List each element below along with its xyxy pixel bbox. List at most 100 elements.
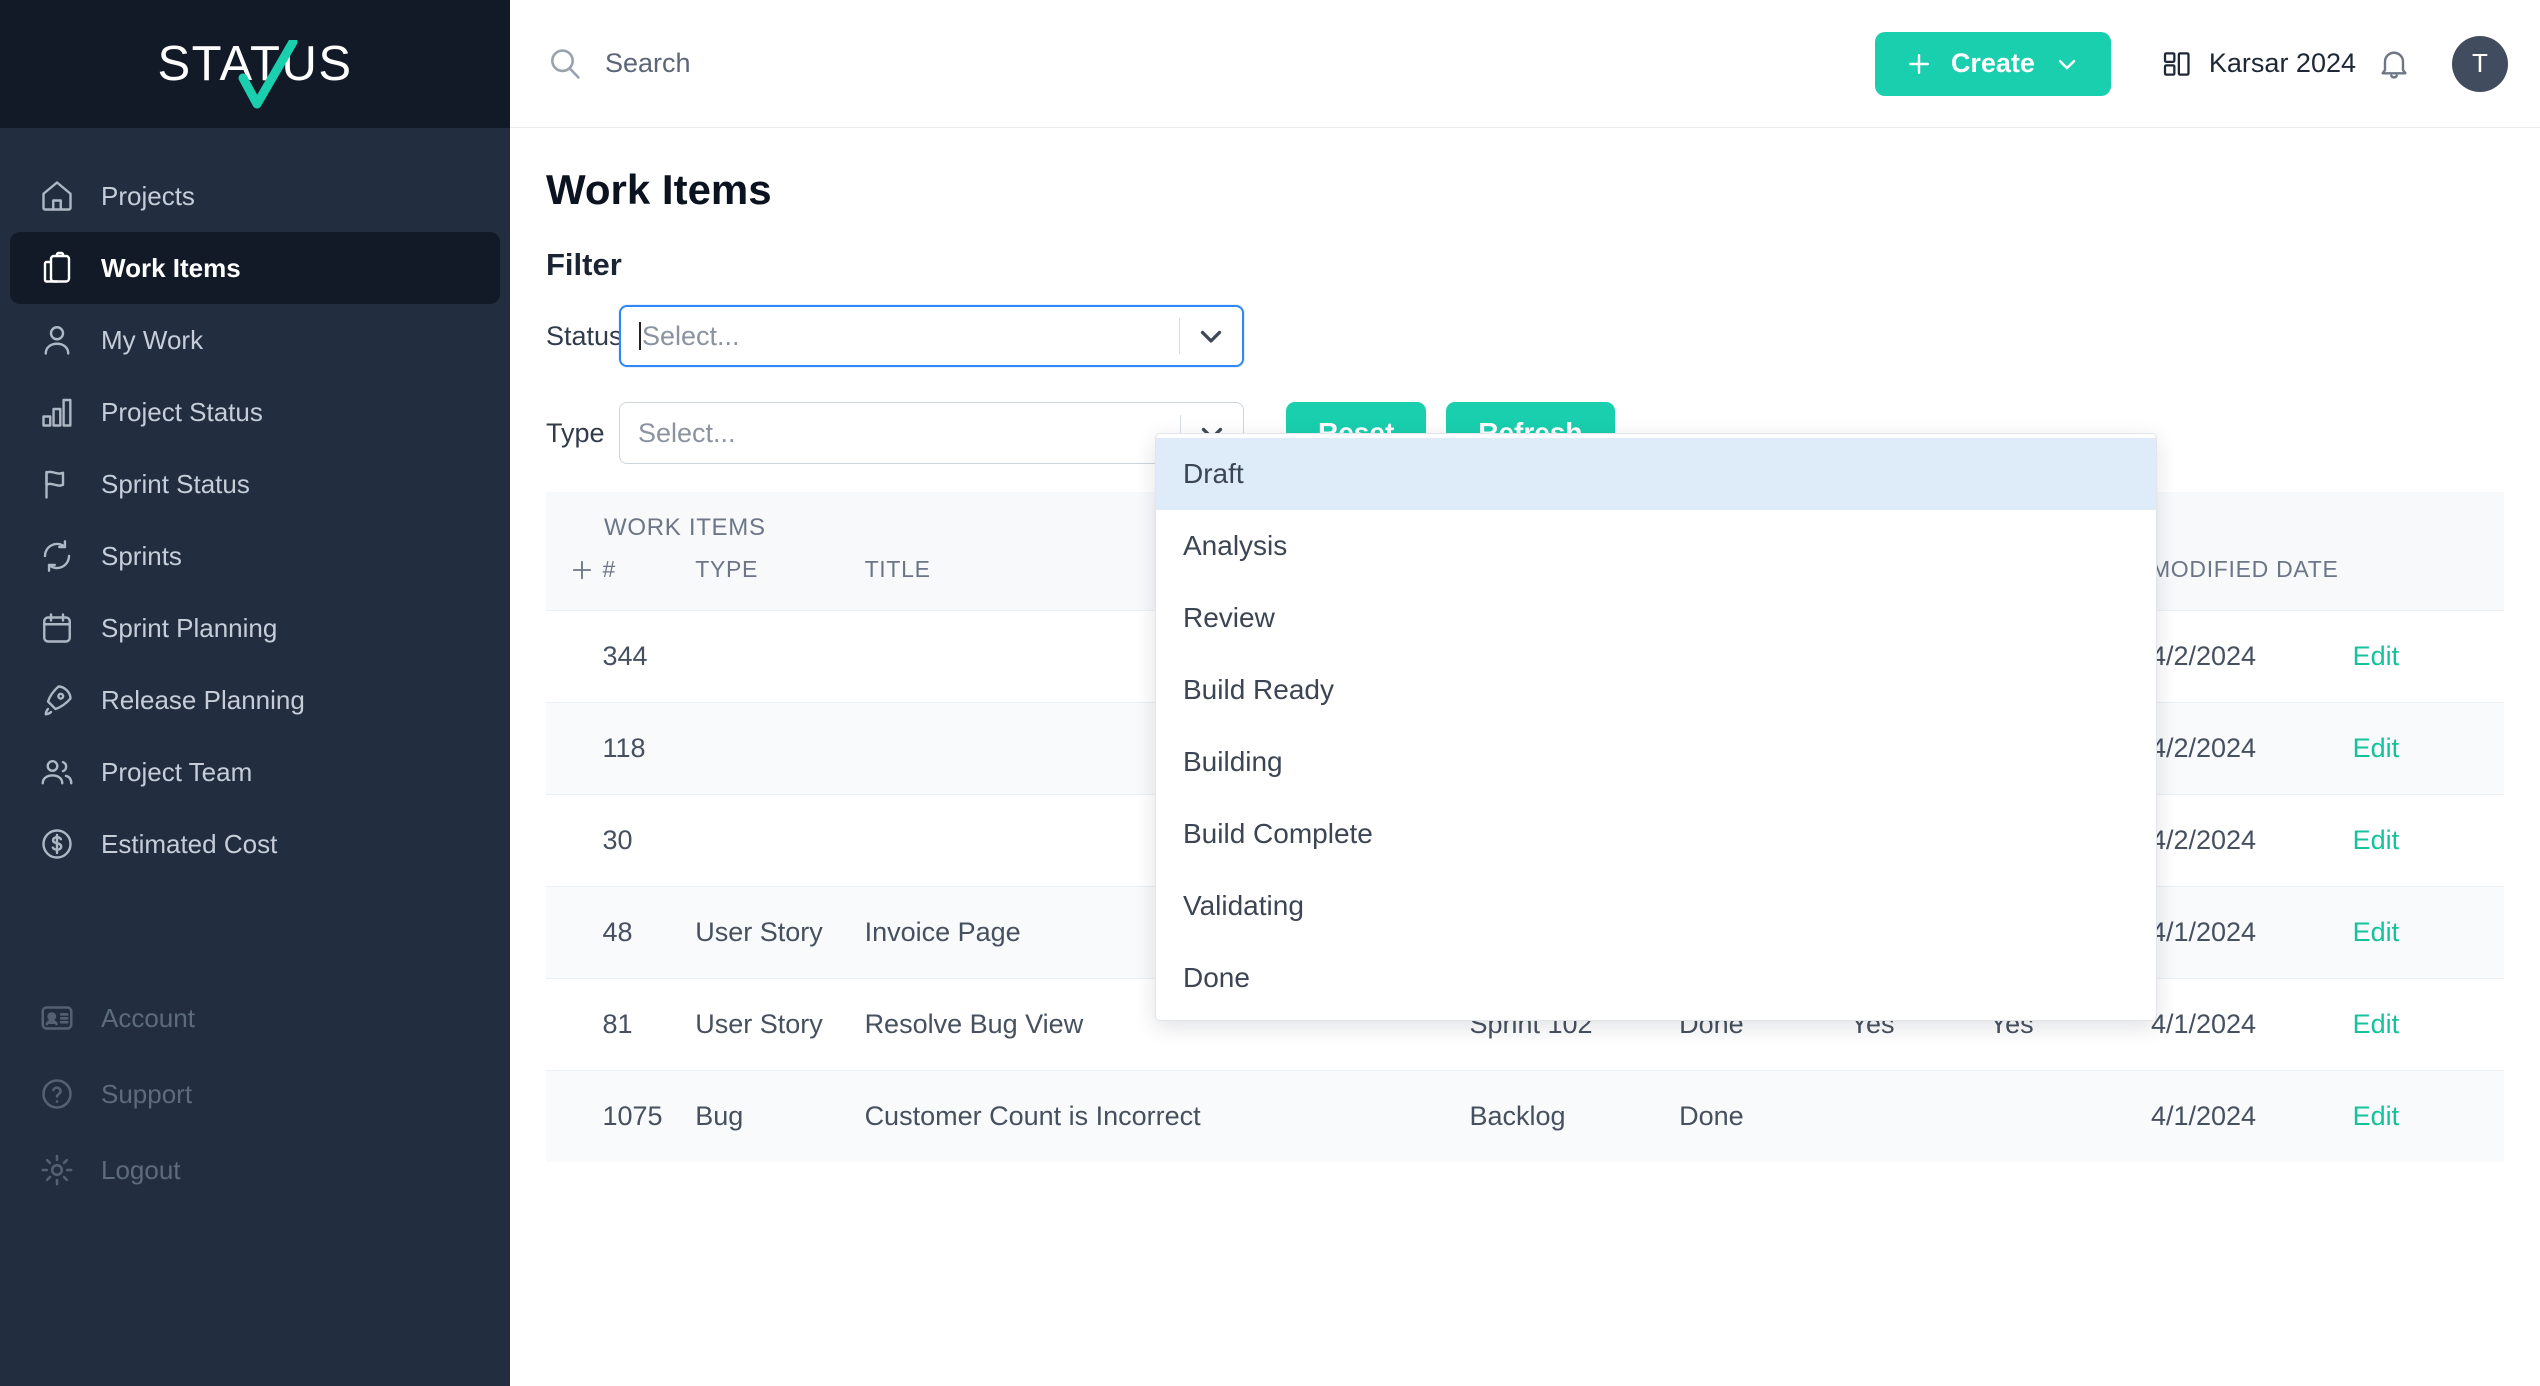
- notification-bell-icon[interactable]: [2376, 46, 2412, 82]
- main-area: Create Karsar 2024 T Wo: [510, 0, 2540, 1386]
- type-select[interactable]: Select...: [619, 402, 1244, 464]
- table-row[interactable]: 1075 Bug Customer Count is Incorrect Bac…: [546, 1071, 2504, 1163]
- cell-id: 81: [602, 979, 695, 1071]
- type-filter-label: Type: [546, 418, 619, 449]
- sidebar-item-projects[interactable]: Projects: [10, 160, 500, 232]
- cell-type: [695, 703, 864, 795]
- cell-sprint: Backlog: [1469, 1071, 1679, 1163]
- sidebar-item-sprint-planning[interactable]: Sprint Planning: [10, 592, 500, 664]
- dropdown-option-building[interactable]: Building: [1156, 726, 2156, 798]
- cell-type: User Story: [695, 979, 864, 1071]
- chevron-down-icon[interactable]: [1180, 319, 1242, 353]
- rocket-icon: [38, 681, 76, 719]
- avatar[interactable]: T: [2452, 36, 2508, 92]
- cell-type: [695, 611, 864, 703]
- edit-link[interactable]: Edit: [2353, 1101, 2400, 1131]
- sidebar-item-logout[interactable]: Logout: [10, 1132, 500, 1208]
- sync-icon: [38, 537, 76, 575]
- sidebar-bottom-nav: Account Support Logout: [0, 948, 510, 1208]
- sidebar-item-label: Estimated Cost: [101, 829, 277, 860]
- app-logo[interactable]: STATUS: [0, 0, 510, 128]
- edit-link[interactable]: Edit: [2353, 825, 2400, 855]
- dashboard-icon: [2161, 48, 2193, 80]
- dropdown-option-build-complete[interactable]: Build Complete: [1156, 798, 2156, 870]
- edit-link[interactable]: Edit: [2353, 733, 2400, 763]
- sidebar-item-label: Support: [101, 1079, 192, 1110]
- sidebar-item-sprints[interactable]: Sprints: [10, 520, 500, 592]
- avatar-initial: T: [2472, 48, 2488, 79]
- type-select-value: Select...: [620, 418, 1180, 449]
- cell-title: Customer Count is Incorrect: [865, 1071, 1470, 1163]
- dropdown-option-review[interactable]: Review: [1156, 582, 2156, 654]
- dollar-circle-icon: [38, 825, 76, 863]
- sidebar-item-account[interactable]: Account: [10, 980, 500, 1056]
- status-select-placeholder: Select...: [642, 321, 740, 352]
- column-header-type[interactable]: TYPE: [695, 546, 864, 611]
- sidebar-item-label: Account: [101, 1003, 195, 1034]
- create-button[interactable]: Create: [1875, 32, 2111, 96]
- sidebar-nav: Projects Work Items My Work Project Stat…: [0, 128, 510, 880]
- cell-builder: [1851, 1071, 1990, 1163]
- clipboard-icon: [38, 249, 76, 287]
- sidebar-item-support[interactable]: Support: [10, 1056, 500, 1132]
- cell-modified-date: 4/1/2024: [2151, 887, 2353, 979]
- sidebar-item-label: Sprints: [101, 541, 182, 572]
- status-dropdown-menu[interactable]: Draft Analysis Review Build Ready Buildi…: [1155, 433, 2157, 1021]
- column-header-id[interactable]: #: [602, 546, 695, 611]
- sidebar-item-sprint-status[interactable]: Sprint Status: [10, 448, 500, 520]
- plus-icon: [568, 556, 602, 584]
- edit-link[interactable]: Edit: [2353, 641, 2400, 671]
- edit-link[interactable]: Edit: [2353, 917, 2400, 947]
- status-select[interactable]: Select...: [619, 305, 1244, 367]
- top-bar: Create Karsar 2024 T: [510, 0, 2540, 128]
- sidebar-item-project-team[interactable]: Project Team: [10, 736, 500, 808]
- sidebar-item-work-items[interactable]: Work Items: [10, 232, 500, 304]
- cell-type: Bug: [695, 1071, 864, 1163]
- sidebar-item-label: Work Items: [101, 253, 241, 284]
- filter-heading: Filter: [546, 247, 2504, 283]
- sidebar-item-label: Sprint Status: [101, 469, 250, 500]
- sidebar-item-label: Projects: [101, 181, 195, 212]
- project-selector[interactable]: Karsar 2024: [2161, 48, 2356, 80]
- edit-link[interactable]: Edit: [2353, 1009, 2400, 1039]
- sidebar-item-release-planning[interactable]: Release Planning: [10, 664, 500, 736]
- sidebar-item-estimated-cost[interactable]: Estimated Cost: [10, 808, 500, 880]
- dropdown-option-build-ready[interactable]: Build Ready: [1156, 654, 2156, 726]
- sidebar-item-label: My Work: [101, 325, 203, 356]
- cell-modified-date: 4/1/2024: [2151, 979, 2353, 1071]
- page-title: Work Items: [546, 166, 2504, 214]
- column-header-modified-date[interactable]: MODIFIED DATE: [2151, 546, 2353, 611]
- column-header-expand[interactable]: [546, 546, 602, 611]
- app-root: STATUS Projects Work Items: [0, 0, 2540, 1386]
- dropdown-option-validating[interactable]: Validating: [1156, 870, 2156, 942]
- filter-row-status: Status Select...: [546, 305, 2504, 367]
- checkmark-icon: [235, 40, 301, 117]
- cell-modified-date: 4/2/2024: [2151, 703, 2353, 795]
- cell-id: 344: [602, 611, 695, 703]
- sidebar-item-label: Logout: [101, 1155, 181, 1186]
- create-button-label: Create: [1951, 48, 2035, 79]
- calendar-icon: [38, 609, 76, 647]
- chevron-down-icon: [2053, 50, 2081, 78]
- sidebar-item-project-status[interactable]: Project Status: [10, 376, 500, 448]
- dropdown-option-draft[interactable]: Draft: [1156, 438, 2156, 510]
- flag-icon: [38, 465, 76, 503]
- cell-id: 118: [602, 703, 695, 795]
- dropdown-option-analysis[interactable]: Analysis: [1156, 510, 2156, 582]
- status-filter-label: Status: [546, 321, 619, 352]
- plus-icon: [1905, 50, 1933, 78]
- top-right-actions: T: [2376, 36, 2508, 92]
- id-card-icon: [38, 999, 76, 1037]
- user-icon: [38, 321, 76, 359]
- cell-validator: [1990, 1071, 2151, 1163]
- cell-type: User Story: [695, 887, 864, 979]
- search-input[interactable]: [605, 48, 1105, 79]
- search-box[interactable]: [546, 45, 1855, 82]
- sidebar-item-label: Project Team: [101, 757, 252, 788]
- dropdown-option-done[interactable]: Done: [1156, 942, 2156, 1014]
- cell-modified-date: 4/2/2024: [2151, 795, 2353, 887]
- column-header-actions: [2353, 546, 2504, 611]
- cell-status: Done: [1679, 1071, 1850, 1163]
- sidebar-item-my-work[interactable]: My Work: [10, 304, 500, 376]
- sidebar-item-label: Release Planning: [101, 685, 305, 716]
